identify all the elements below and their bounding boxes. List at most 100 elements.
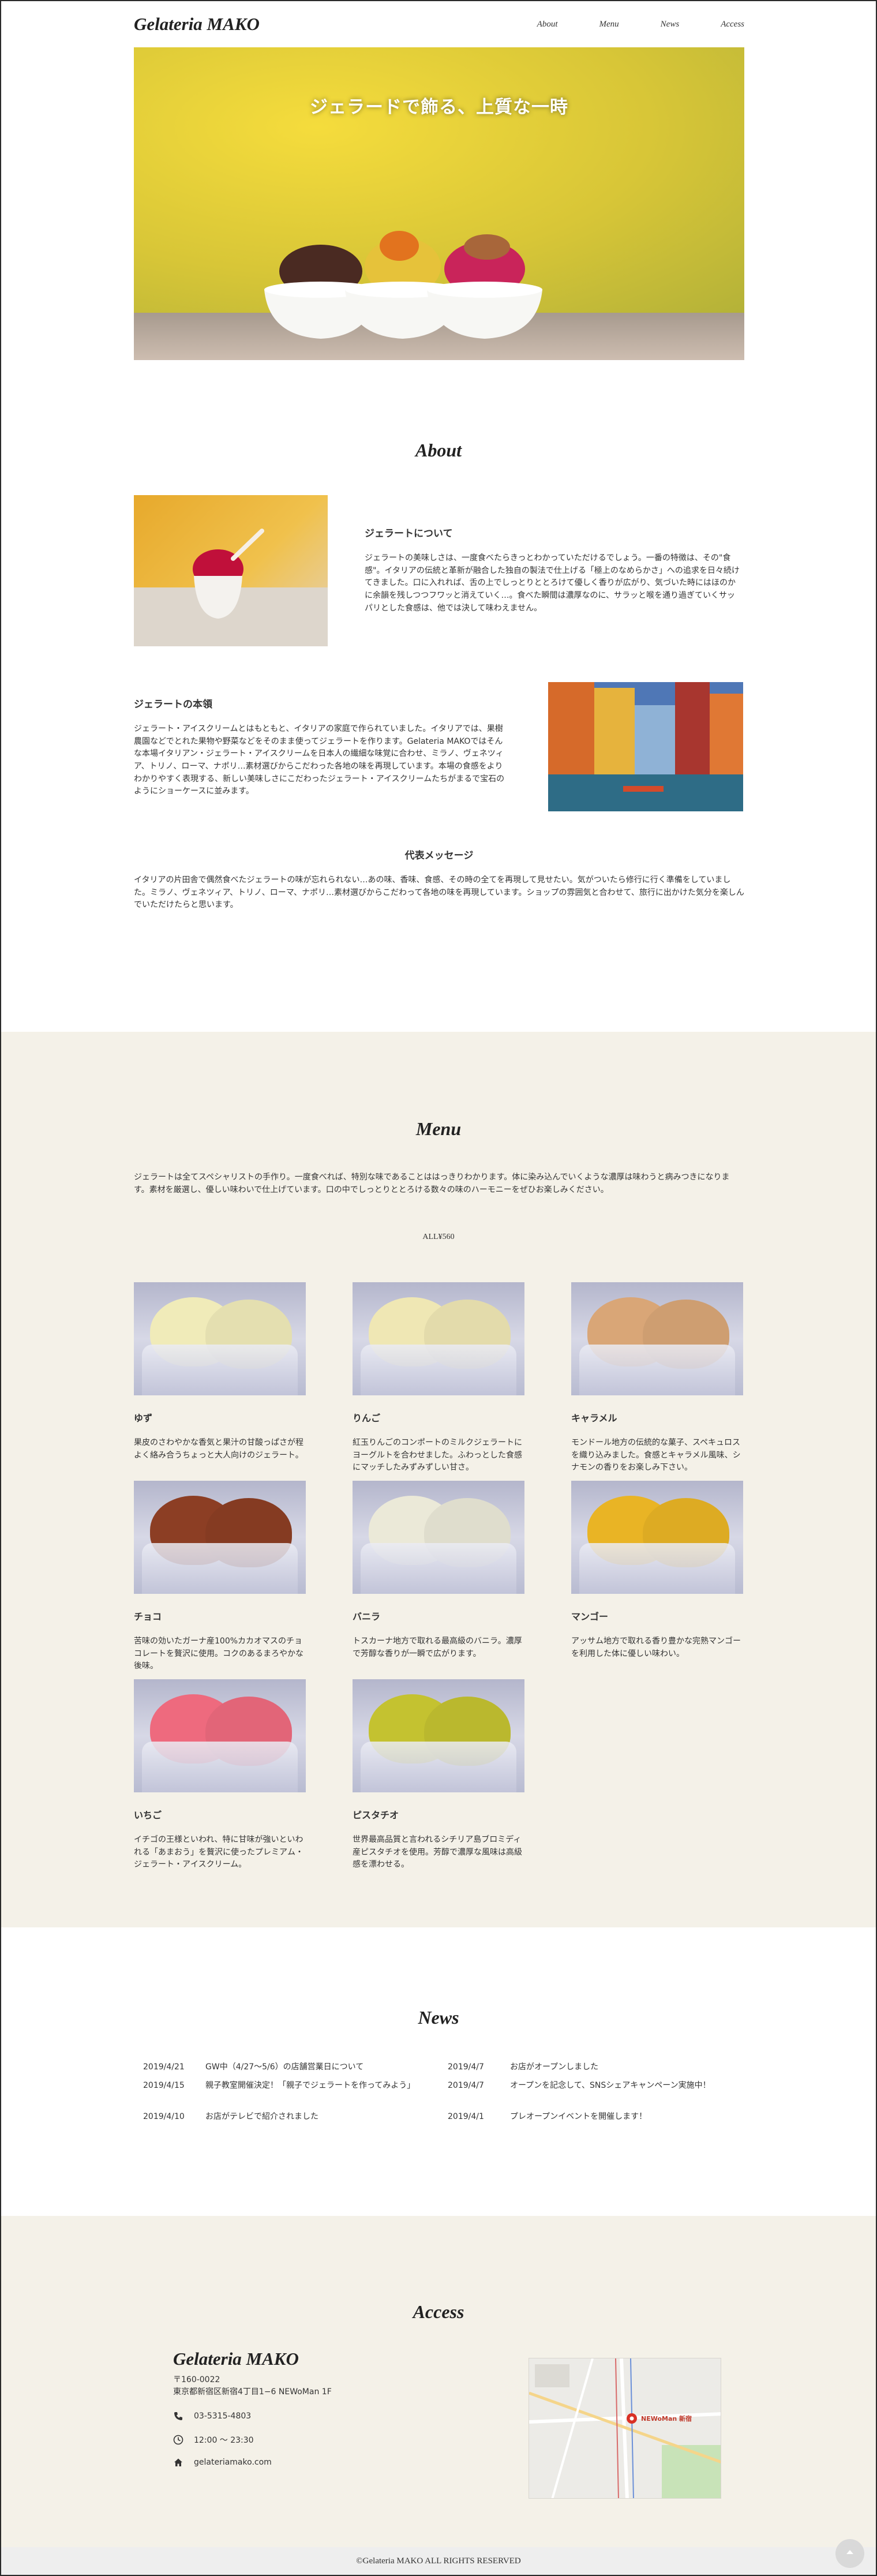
menu-item: バニラトスカーナ地方で取れる最高級のバニラ。濃厚で芳醇な香りが一瞬で広がります。 <box>353 1481 524 1660</box>
menu-item-name: バニラ <box>353 1611 381 1622</box>
menu-item-name: りんご <box>353 1413 381 1424</box>
news-title-link[interactable]: プレオープンイベントを開催します！ <box>510 2111 718 2123</box>
access-hours: 12:00 ～ 23:30 <box>173 2434 254 2446</box>
news-title-link[interactable]: お店がオープンしました <box>510 2061 718 2073</box>
glass-cup <box>142 1543 298 1594</box>
menu-item-photo <box>353 1679 524 1792</box>
menu-item-desc: 果皮のさわやかな香気と果汁の甘酸っぱさが程よく絡み合うちょっと大人向けのジェラー… <box>134 1438 303 1460</box>
clock-icon <box>173 2435 183 2445</box>
news-date: 2019/4/1 <box>448 2112 484 2121</box>
menu-item-name: マンゴー <box>571 1611 609 1622</box>
news-title-link[interactable]: お店がテレビで紹介されました <box>205 2111 413 2123</box>
menu-item-desc: 苦味の効いたガーナ産100%カカオマスのチョコレートを贅沢に使用。コクのあるまろ… <box>134 1637 303 1671</box>
back-to-top-button[interactable] <box>835 2539 864 2568</box>
nav-menu[interactable]: Menu <box>599 20 619 29</box>
nav-news[interactable]: News <box>661 20 680 29</box>
nav-access[interactable]: Access <box>721 20 744 29</box>
about-block1-heading: ジェラートについて <box>365 528 453 539</box>
site-url[interactable]: gelateriamako.com <box>194 2458 272 2467</box>
menu-item: いちごイチゴの王様といわれ、特に甘味が強いといわれる「あまおう」を贅沢に使ったプ… <box>134 1679 306 1871</box>
news-item[interactable]: 2019/4/10 お店がテレビで紹介されました <box>143 2111 413 2123</box>
menu-item-desc: モンドール地方の伝統的な菓子、スペキュロスを織り込みました。食感とキャラメル風味… <box>571 1438 741 1473</box>
about-photo-venice <box>548 682 743 811</box>
venice-canal-photo <box>548 682 743 811</box>
about-block1-text: ジェラートの美味しさは、一度食べたらきっとわかっていただけるでしょう。一番の特徴… <box>365 553 740 613</box>
menu-item-photo <box>571 1282 743 1395</box>
news-date: 2019/4/10 <box>143 2112 185 2121</box>
site-footer: ©Gelateria MAKO ALL RIGHTS RESERVED <box>1 2547 876 2575</box>
news-item[interactable]: 2019/4/21 GW中（4/27〜5/6）の店舗営業日について <box>143 2061 413 2073</box>
glass-cup <box>579 1543 735 1594</box>
map-pin-label: NEWoMan 新宿 <box>641 2415 692 2423</box>
menu-item-photo <box>353 1282 524 1395</box>
hero-image: ジェラードで飾る、上質な一時 <box>134 47 744 360</box>
menu-item-name: いちご <box>134 1810 162 1821</box>
glass-cup <box>361 1345 516 1395</box>
site-logo[interactable]: Gelateria MAKO <box>134 14 260 35</box>
access-address: 東京都新宿区新宿4丁目1−6 NEWoMan 1F <box>173 2387 332 2397</box>
news-item[interactable]: 2019/4/1 プレオープンイベントを開催します！ <box>448 2111 718 2123</box>
menu-item: マンゴーアッサム地方で取れる香り豊かな完熟マンゴーを利用した体に優しい味わい。 <box>571 1481 743 1660</box>
menu-item-desc: トスカーナ地方で取れる最高級のバニラ。濃厚で芳醇な香りが一瞬で広がります。 <box>353 1637 522 1658</box>
access-site[interactable]: gelateriamako.com <box>173 2457 272 2468</box>
menu-intro: ジェラートは全てスペシャリストの手作り。一度食べれば、特別な味であることははっき… <box>134 1173 730 1195</box>
news-date: 2019/4/7 <box>448 2081 484 2090</box>
access-title: Access <box>413 2301 464 2322</box>
news-title-link[interactable]: オープンを記念して、SNSシェアキャンペーン実施中！ <box>510 2080 718 2092</box>
menu-item-desc: 紅玉りんごのコンポートのミルクジェラートにヨーグルトを合わせました。ふわっとした… <box>353 1438 522 1473</box>
phone-number[interactable]: 03-5315-4803 <box>194 2412 251 2421</box>
arrow-up-icon <box>846 2550 853 2554</box>
access-postal: 〒160-0022 <box>173 2375 220 2384</box>
menu-item-desc: アッサム地方で取れる香り豊かな完熟マンゴーを利用した体に優しい味わい。 <box>571 1637 741 1658</box>
hero-title: ジェラードで飾る、上質な一時 <box>310 97 568 117</box>
menu-item-photo <box>134 1481 306 1594</box>
news-date: 2019/4/21 <box>143 2062 185 2072</box>
about-block1: ジェラートについて ジェラートの美味しさは、一度食べたらきっとわかっていただける… <box>365 525 743 615</box>
opening-hours: 12:00 ～ 23:30 <box>194 2436 254 2445</box>
menu-item: ゆず果皮のさわやかな香気と果汁の甘酸っぱさが程よく絡み合うちょっと大人向けのジェ… <box>134 1282 306 1462</box>
phone-icon <box>174 2412 182 2420</box>
news-title-link[interactable]: GW中（4/27〜5/6）の店舗営業日について <box>205 2061 413 2073</box>
menu-item-photo <box>353 1481 524 1594</box>
menu-item-photo <box>134 1679 306 1792</box>
menu-item: チョコ苦味の効いたガーナ産100%カカオマスのチョコレートを贅沢に使用。コクのあ… <box>134 1481 306 1673</box>
about-block2-text: ジェラート・アイスクリームとはもともと、イタリアの家庭で作られていました。イタリ… <box>134 724 505 796</box>
news-title: News <box>418 2007 459 2028</box>
glass-cup <box>361 1742 516 1792</box>
menu-item: りんご紅玉りんごのコンポートのミルクジェラートにヨーグルトを合わせました。ふわっ… <box>353 1282 524 1474</box>
map-graphic <box>529 2358 721 2498</box>
access-section <box>1 2216 876 2547</box>
menu-item-photo <box>134 1282 306 1395</box>
news-item[interactable]: 2019/4/15 親子教室開催決定！「親子でジェラートを作ってみよう」 <box>143 2080 415 2092</box>
main-nav: About Menu News Access <box>537 20 744 29</box>
menu-item: キャラメル モンドール地方の伝統的な菓子、スペキュロスを織り込みました。食感とキャ… <box>571 1282 743 1474</box>
menu-item-name: ゆず <box>134 1413 153 1424</box>
menu-item-photo <box>571 1481 743 1594</box>
about-block3-heading: 代表メッセージ <box>404 850 474 861</box>
about-title: About <box>415 440 462 460</box>
nav-about[interactable]: About <box>537 20 558 29</box>
access-phone[interactable]: 03-5315-4803 <box>173 2411 251 2421</box>
news-title-link[interactable]: 親子教室開催決定！「親子でジェラートを作ってみよう」 <box>205 2080 415 2092</box>
glass-cup <box>361 1543 516 1594</box>
menu-item-name: チョコ <box>134 1611 162 1622</box>
access-shop-name: Gelateria MAKO <box>173 2349 299 2369</box>
site-header: Gelateria MAKO About Menu News Access <box>134 10 744 38</box>
menu-item-desc: イチゴの王様といわれ、特に甘味が強いといわれる「あまおう」を贅沢に使ったプレミア… <box>134 1835 303 1870</box>
menu-item: ピスタチオ 世界最高品質と言われるシチリア島ブロミディ産ピスタチオを使用。芳醇で濃… <box>353 1679 524 1871</box>
glass-cup <box>579 1345 735 1395</box>
news-item[interactable]: 2019/4/7 オープンを記念して、SNSシェアキャンペーン実施中！ <box>448 2080 718 2092</box>
glass-cup <box>142 1345 298 1395</box>
glass-cup <box>142 1742 298 1792</box>
gelato-cup-photo <box>134 529 328 646</box>
menu-item-name: ピスタチオ <box>353 1810 399 1821</box>
about-block2-heading: ジェラートの本領 <box>134 699 212 710</box>
access-address-block: 〒160-0022 東京都新宿区新宿4丁目1−6 NEWoMan 1F <box>173 2374 332 2398</box>
news-item[interactable]: 2019/4/7 お店がオープンしました <box>448 2061 718 2073</box>
access-map[interactable]: NEWoMan 新宿 <box>529 2358 721 2499</box>
menu-title: Menu <box>415 1118 462 1139</box>
news-date: 2019/4/7 <box>448 2062 484 2072</box>
about-block3: 代表メッセージ イタリアの片田舎で偶然食べたジェラートの味が忘れられない…あの味… <box>134 847 744 912</box>
about-block2: ジェラートの本領 ジェラート・アイスクリームとはもともと、イタリアの家庭で作られ… <box>134 696 508 798</box>
home-icon <box>174 2458 182 2466</box>
